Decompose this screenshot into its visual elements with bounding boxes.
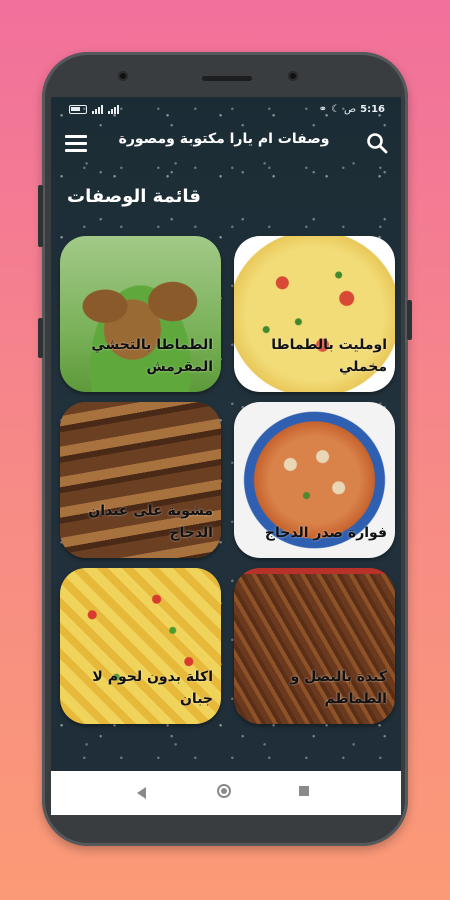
search-icon bbox=[367, 133, 388, 154]
recipe-card-stuffed[interactable]: الطماطا بالتحشي المقرمش bbox=[60, 236, 221, 392]
signal-icon bbox=[92, 104, 103, 114]
status-bar: ⚭ ☾ ص 5:16 bbox=[51, 97, 401, 121]
recipe-title: الطماطا بالتحشي المقرمش bbox=[91, 337, 213, 375]
recent-apps-button[interactable] bbox=[299, 786, 309, 796]
recipe-card-chicken-breast[interactable]: فوارة صدر الدجاج bbox=[234, 402, 395, 558]
back-button[interactable] bbox=[137, 787, 146, 799]
hamburger-icon bbox=[65, 135, 87, 138]
menu-button[interactable] bbox=[65, 135, 87, 152]
recipe-title: فوارة صدر الدجاج bbox=[264, 525, 387, 541]
power-button bbox=[407, 300, 412, 340]
app-bar: وصفات ام يارا مكتوبة ومصورة bbox=[51, 121, 401, 165]
signal-icon-2 bbox=[108, 104, 119, 114]
screen: ⚭ ☾ ص 5:16 وصفات ام يارا مكتوبة ومصورة ق… bbox=[51, 97, 401, 815]
volume-button bbox=[38, 185, 43, 247]
recipe-card-skewers[interactable]: مشوية على عيدان الدجاج bbox=[60, 402, 221, 558]
search-button[interactable] bbox=[365, 131, 389, 155]
front-camera bbox=[118, 71, 128, 81]
system-nav-bar bbox=[51, 771, 401, 815]
app-title: وصفات ام يارا مكتوبة ومصورة bbox=[118, 131, 330, 147]
recipe-title: اكلة بدون لحوم لا جبان bbox=[92, 669, 213, 707]
recipe-card-liver[interactable]: كبدة بالبصل و الطماطم bbox=[234, 568, 395, 724]
headphones-icon: ⚭ bbox=[318, 103, 328, 115]
battery-icon bbox=[69, 104, 87, 114]
moon-icon: ☾ bbox=[331, 103, 341, 115]
recipe-card-omelette[interactable]: اومليت بالطماطا مخملي bbox=[234, 236, 395, 392]
section-title: قائمة الوصفات bbox=[67, 186, 201, 207]
sensor bbox=[288, 71, 298, 81]
recipe-title: اومليت بالطماطا مخملي bbox=[271, 337, 387, 375]
home-button[interactable] bbox=[217, 784, 231, 798]
clock: 5:16 bbox=[360, 103, 385, 115]
speaker-grille bbox=[202, 76, 252, 81]
ampm-label: ص bbox=[344, 103, 357, 115]
recipe-card-vegetarian[interactable]: اكلة بدون لحوم لا جبان bbox=[60, 568, 221, 724]
recipe-title: كبدة بالبصل و الطماطم bbox=[290, 669, 387, 707]
recipe-title: مشوية على عيدان الدجاج bbox=[88, 503, 213, 541]
side-button bbox=[38, 318, 43, 358]
